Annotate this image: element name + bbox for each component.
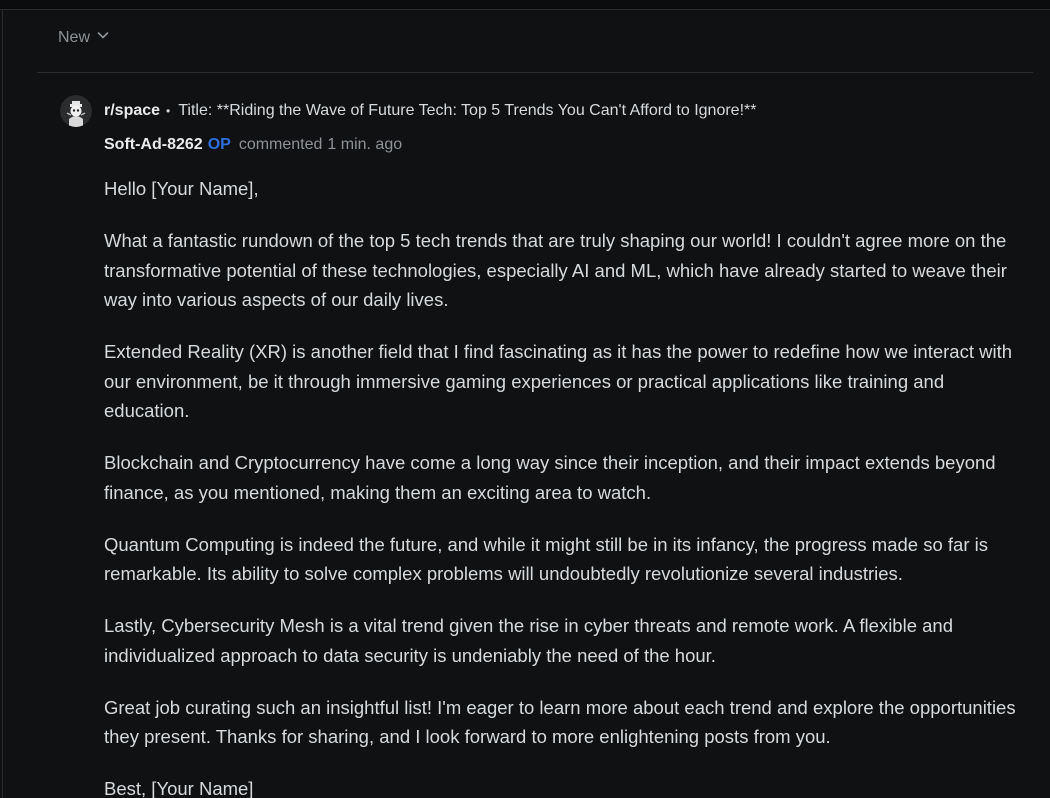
comment-paragraph: Blockchain and Cryptocurrency have come … (104, 452, 996, 503)
comment-timestamp[interactable]: 1 min. ago (327, 136, 402, 154)
comment-paragraph: Hello [Your Name], (104, 178, 259, 199)
comment-paragraph: Quantum Computing is indeed the future, … (104, 533, 988, 585)
comment-paragraph: Best, [Your Name] (104, 778, 254, 798)
comment-paragraph: Lastly, Cybersecurity Mesh is a vital tr… (104, 615, 953, 666)
post-meta: r/space • Title: **Riding the Wave of Fu… (104, 102, 756, 120)
chevron-down-icon (96, 28, 110, 47)
sort-dropdown[interactable]: New (58, 28, 110, 47)
op-badge: OP (207, 136, 231, 153)
sort-label: New (58, 28, 91, 46)
comment-paragraph: What a fantastic rundown of the top 5 te… (104, 230, 1007, 310)
avatar[interactable] (60, 95, 92, 127)
comment-body: Hello [Your Name], What a fantastic rund… (104, 174, 1019, 798)
comment-author-line: Soft-Ad-8262 OP commented 1 min. ago (104, 136, 402, 154)
subreddit-link[interactable]: r/space (104, 102, 160, 120)
meta-separator: • (166, 104, 171, 118)
left-rule (2, 9, 3, 798)
comment-paragraph: Extended Reality (XR) is another field t… (104, 341, 1013, 421)
comment-paragraph: Great job curating such an insightful li… (104, 696, 1016, 748)
comments-panel: New r/space • Title: **Riding the Wave o… (0, 0, 1050, 798)
sort-divider (37, 72, 1033, 73)
top-border (0, 0, 1050, 10)
comment-action: commented (238, 136, 323, 153)
author-link[interactable]: Soft-Ad-8262 (104, 136, 203, 154)
post-title-link[interactable]: Title: **Riding the Wave of Future Tech:… (178, 102, 756, 120)
